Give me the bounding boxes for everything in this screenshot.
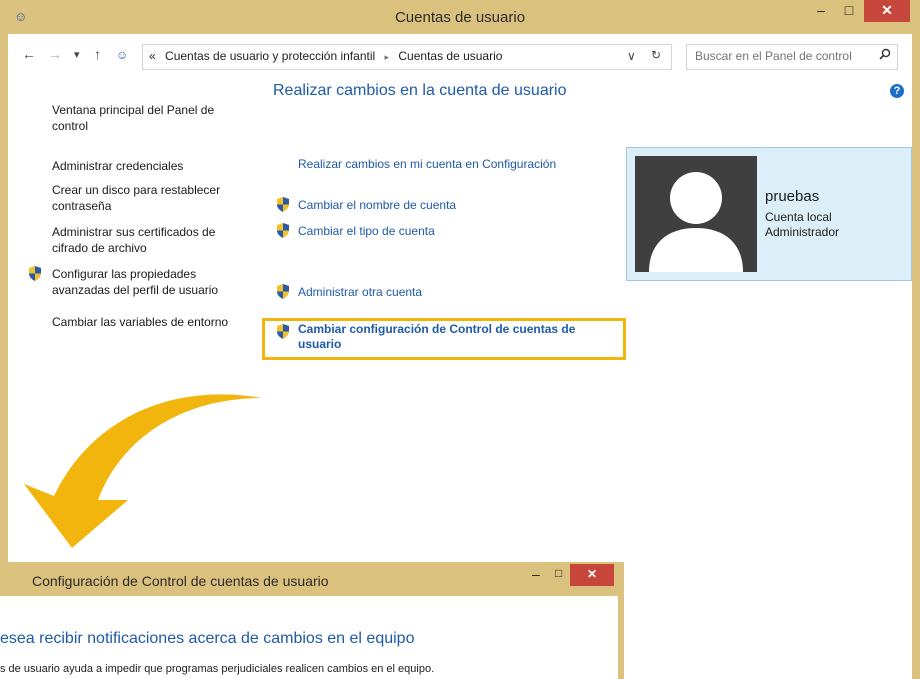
page-title: Realizar cambios en la cuenta de usuario [273,82,567,99]
link-uac-settings[interactable]: Cambiar configuración de Control de cuen… [298,322,618,352]
breadcrumb-item[interactable]: Cuentas de usuario y protección infantil [165,49,375,63]
address-dropdown-icon[interactable]: ∨ [627,49,636,63]
uac-window-title: Configuración de Control de cuentas de u… [32,573,329,589]
link-change-account-type[interactable]: Cambiar el tipo de cuenta [298,224,435,238]
nav-link-manage-credentials[interactable]: Administrar credenciales [52,158,252,174]
nav-link-password-reset-disk[interactable]: Crear un disco para restablecer contrase… [52,182,252,214]
user-silhouette-icon [649,172,743,272]
uac-settings-window: Configuración de Control de cuentas de u… [0,562,624,679]
breadcrumb[interactable]: « Cuentas de usuario y protección infant… [142,44,672,70]
uac-shield-icon [277,324,289,339]
up-arrow-icon[interactable]: ↑ [94,46,101,62]
link-manage-other-account[interactable]: Administrar otra cuenta [298,285,422,299]
nav-link-file-encryption-certificates[interactable]: Administrar sus certificados de cifrado … [52,224,252,256]
uac-close-button[interactable]: ✕ [570,564,614,586]
nav-link-advanced-profile-properties[interactable]: Configurar las propiedades avanzadas del… [52,266,252,298]
minimize-button[interactable]: – [808,0,834,22]
forward-arrow-icon[interactable]: → [48,46,62,62]
uac-description: s de usuario ayuda a impedir que program… [0,663,435,675]
breadcrumb-separator-icon: ▸ [384,52,390,62]
uac-maximize-button[interactable]: □ [555,566,562,580]
refresh-icon[interactable]: ↻ [651,48,661,62]
account-role: Administrador [765,225,840,239]
back-arrow-icon[interactable]: ← [22,46,36,62]
nav-link-control-panel-home[interactable]: Ventana principal del Panel de control [52,102,252,134]
avatar [635,156,757,272]
link-rename-account[interactable]: Cambiar el nombre de cuenta [298,198,456,212]
address-bar: ← → ▾ ↑ ☺ « Cuentas de usuario y protecc… [8,42,912,72]
user-name: pruebas [765,188,820,205]
uac-minimize-button[interactable]: – [532,566,540,582]
title-bar[interactable]: ☺ Cuentas de usuario – □ ✕ [0,0,920,34]
breadcrumb-overflow[interactable]: « [149,49,156,63]
window-title: Cuentas de usuario [394,9,526,26]
search-icon[interactable] [879,48,891,60]
uac-heading: esea recibir notificaciones acerca de ca… [0,630,415,647]
recent-locations-icon[interactable]: ▾ [74,48,80,61]
search-input[interactable] [693,48,873,64]
account-type: Cuenta local [765,210,832,224]
user-account-panel: pruebas Cuenta local Administrador [626,147,912,281]
uac-shield-icon [277,284,289,299]
maximize-button[interactable]: □ [836,0,862,22]
uac-shield-icon [29,266,41,281]
search-box[interactable] [686,44,898,70]
uac-shield-icon [277,197,289,212]
nav-link-environment-variables[interactable]: Cambiar las variables de entorno [52,314,252,330]
help-icon[interactable]: ? [890,84,904,98]
breadcrumb-item[interactable]: Cuentas de usuario [398,49,502,63]
close-button[interactable]: ✕ [864,0,910,22]
uac-content-area: esea recibir notificaciones acerca de ca… [0,596,618,679]
uac-shield-icon [277,223,289,238]
link-settings-account[interactable]: Realizar cambios en mi cuenta en Configu… [298,157,556,171]
location-icon: ☺ [116,48,129,62]
